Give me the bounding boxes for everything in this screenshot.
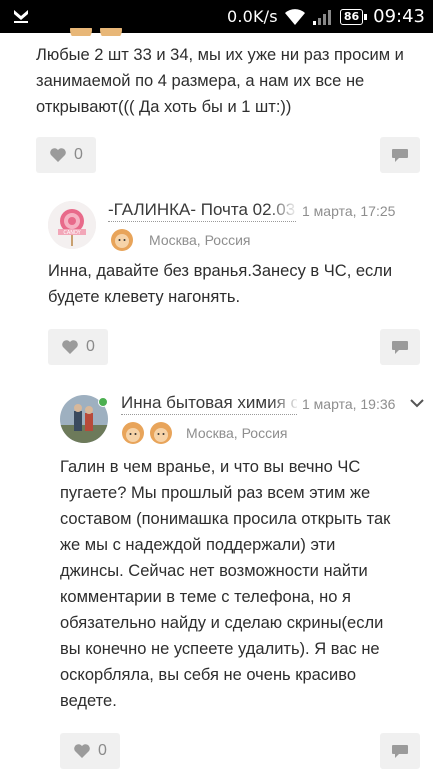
heart-icon [62, 340, 78, 354]
boy-face-badge-icon [122, 422, 144, 444]
comment-text: Любые 2 шт 33 и 34, мы их уже ни раз про… [36, 42, 404, 120]
comment-line: же мы с надеждой поддержали) эти [60, 536, 336, 554]
signal-icon [312, 9, 331, 25]
cropped-badges [70, 28, 130, 36]
comment-text: Галин в чем вранье, и что вы вечно ЧС пу… [60, 454, 390, 714]
download-notification-icon [14, 10, 28, 23]
clock: 09:43 [373, 6, 425, 27]
author-name-fade [270, 393, 300, 415]
author-underline [108, 221, 296, 222]
comment-line: составом (понимашка просила открыть так [60, 510, 391, 528]
comment-line: обязательно найду и сделаю скрины(если [60, 614, 384, 632]
reply-button[interactable] [380, 137, 420, 173]
author-underline [121, 414, 297, 415]
wifi-icon [284, 8, 305, 25]
boy-face-badge-icon [150, 422, 172, 444]
comment-date: 1 марта, 19:36 [302, 396, 396, 412]
speech-bubble-icon [392, 340, 408, 354]
comment-line: будете клевету нагонять. [48, 288, 241, 306]
comment-line: Галин в чем вранье, и что вы вечно ЧС [60, 458, 361, 476]
lollipop-avatar-icon: CANDY [48, 201, 96, 249]
avatar[interactable]: CANDY [48, 201, 96, 249]
network-speed: 0.0K/s [226, 7, 278, 26]
comment-text: Инна, давайте без вранья.Занесу в ЧС, ес… [48, 258, 392, 310]
chevron-down-icon[interactable] [410, 398, 424, 408]
comment-line: Инна, давайте без вранья.Занесу в ЧС, ес… [48, 262, 393, 280]
comment-date: 1 марта, 17:25 [302, 203, 396, 219]
comment-line: вы конечно не успеете удалить). Я вас не [60, 640, 380, 658]
like-count: 0 [86, 338, 95, 355]
comment-line: пугаете? Мы прошлый раз всем этим же [60, 484, 371, 502]
comment-line: оскорбляла, вы себя не очень красиво [60, 666, 357, 684]
girl-face-badge-icon [111, 229, 133, 251]
online-status-icon [98, 397, 108, 407]
speech-bubble-icon [392, 148, 408, 162]
heart-icon [50, 148, 66, 162]
reply-button[interactable] [380, 329, 420, 365]
battery-icon: 86 [339, 8, 368, 25]
author-name-fade [268, 200, 298, 222]
comment-line: открывают((( Да хоть бы и 1 шт:)) [36, 98, 292, 116]
like-button[interactable]: 0 [60, 733, 120, 769]
face-badge-icon [70, 28, 92, 36]
like-button[interactable]: 0 [36, 137, 96, 173]
comment-line: занимаемой по 4 размера, а нам их все не [36, 72, 365, 90]
author-location: Москва, Россия [149, 232, 251, 248]
comment-line: джинсы. Сейчас нет возможности найти [60, 562, 368, 580]
like-count: 0 [74, 146, 83, 163]
face-badge-icon [100, 28, 122, 36]
heart-icon [74, 744, 90, 758]
comment-line: ведете. [60, 692, 117, 710]
comment-line: Любые 2 шт 33 и 34, мы их уже ни раз про… [36, 46, 404, 64]
author-location: Москва, Россия [186, 425, 288, 441]
svg-text:CANDY: CANDY [63, 230, 81, 236]
comment-line: комментарии в теме с телефона, но я [60, 588, 351, 606]
status-bar: 0.0K/s 86 09:43 [0, 0, 433, 33]
battery-level: 86 [343, 9, 360, 23]
reply-button[interactable] [380, 733, 420, 769]
like-count: 0 [98, 742, 107, 759]
like-button[interactable]: 0 [48, 329, 108, 365]
speech-bubble-icon [392, 744, 408, 758]
